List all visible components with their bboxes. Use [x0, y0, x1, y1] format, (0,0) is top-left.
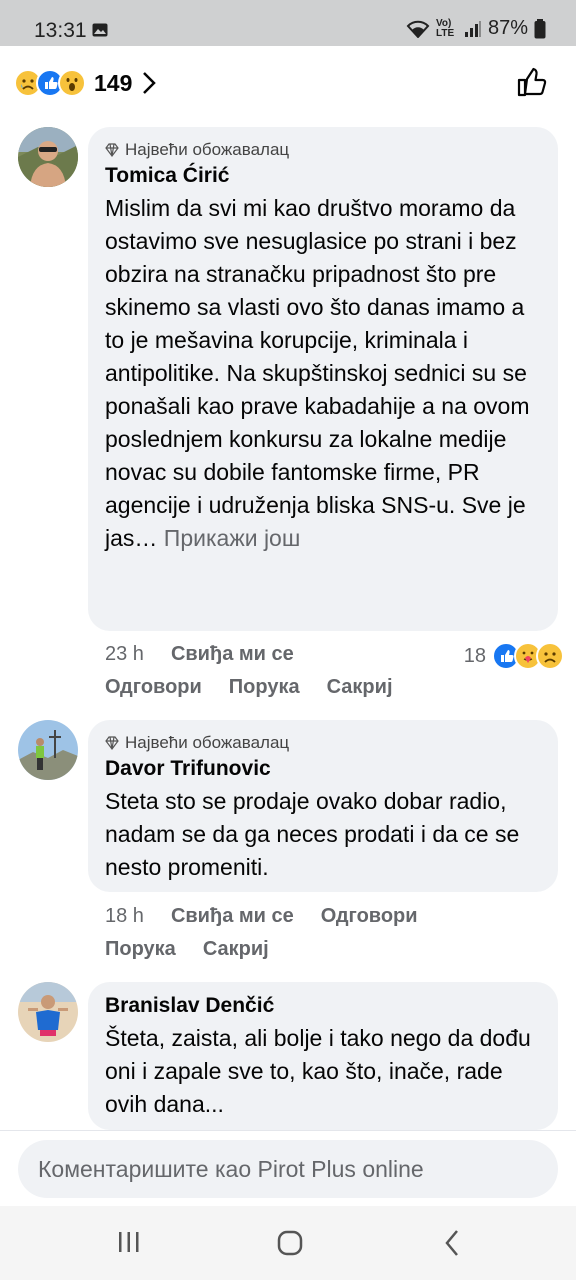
reaction-total: 18	[463, 644, 486, 667]
comment-bubble[interactable]: Највећи обожавалац Davor Trifunovic Stet…	[88, 720, 558, 892]
reaction-count: 149	[94, 69, 133, 96]
battery-percent: 87%	[487, 17, 528, 39]
comment-bubble[interactable]: Највећи обожавалац Tomica Ćirić Mislim d…	[88, 127, 558, 631]
comment-author[interactable]: Davor Trifunovic	[105, 757, 541, 781]
gallery-notification-icon	[92, 23, 108, 37]
comment-actions-row2: Одговори Порука Сакриј	[105, 676, 420, 699]
recent-apps-icon[interactable]	[116, 1228, 142, 1256]
diamond-icon	[105, 143, 119, 157]
comments-sheet: 149 Највећи обожавалац Tomica Ćirić Misl…	[0, 46, 576, 1206]
comment-text: Steta sto se prodaje ovako dobar radio, …	[105, 788, 520, 880]
like-button[interactable]: Свиђа ми се	[171, 643, 294, 666]
wifi-icon	[406, 20, 430, 38]
system-navigation-bar	[0, 1206, 576, 1280]
comment-text: Šteta, zaista, ali bolje i tako nego da …	[105, 1025, 531, 1117]
avatar[interactable]	[18, 720, 78, 780]
chevron-right-icon	[143, 72, 157, 94]
comment-text: Mislim da svi mi kao društvo moramo da o…	[105, 192, 541, 555]
comment-actions-row2: Порука Сакриј	[105, 938, 296, 961]
see-more-link[interactable]: Прикажи још	[164, 525, 301, 551]
comment-actions: 23 h Свиђа ми се	[105, 643, 321, 666]
top-fan-badge: Највећи обожавалац	[125, 140, 290, 159]
wow-emoji-icon	[58, 69, 86, 97]
battery-icon	[534, 18, 546, 38]
sad-emoji-icon	[536, 642, 564, 670]
diamond-icon	[105, 736, 119, 750]
status-bar: 13:31 Vo) LTE 87%	[0, 0, 576, 46]
hide-button[interactable]: Сакриј	[203, 938, 269, 961]
comment-composer-bar: Коментаришите као Pirot Plus online	[0, 1130, 576, 1207]
comment-author[interactable]: Tomica Ćirić	[105, 164, 541, 188]
network-label: Vo) LTE	[435, 17, 455, 39]
reply-button[interactable]: Одговори	[321, 905, 418, 928]
comment-time: 18 h	[105, 905, 144, 927]
message-button[interactable]: Порука	[229, 676, 300, 699]
comment-reactions[interactable]: 18	[463, 642, 564, 670]
reactions-summary-button[interactable]: 149	[14, 68, 157, 98]
back-icon[interactable]	[442, 1228, 462, 1258]
status-indicators: Vo) LTE 87%	[406, 17, 546, 40]
comment-bubble[interactable]: Branislav Denčić Šteta, zaista, ali bolj…	[88, 982, 558, 1130]
comment-input[interactable]: Коментаришите као Pirot Plus online	[18, 1140, 558, 1198]
home-icon[interactable]	[276, 1228, 306, 1258]
avatar[interactable]	[18, 982, 78, 1042]
comment-time: 23 h	[105, 643, 144, 665]
top-fan-badge: Највећи обожавалац	[125, 733, 290, 752]
message-button[interactable]: Порука	[105, 938, 176, 961]
comment-actions: 18 h Свиђа ми се Одговори	[105, 905, 445, 928]
like-button[interactable]: Свиђа ми се	[171, 905, 294, 928]
signal-icon	[464, 20, 481, 37]
comment-author[interactable]: Branislav Denčić	[105, 994, 541, 1018]
thumbs-up-icon[interactable]	[516, 66, 548, 98]
reply-button[interactable]: Одговори	[105, 676, 202, 699]
status-time: 13:31	[34, 19, 87, 42]
hide-button[interactable]: Сакриј	[327, 676, 393, 699]
avatar[interactable]	[18, 127, 78, 187]
comment-body: Mislim da svi mi kao društvo moramo da o…	[105, 195, 530, 551]
